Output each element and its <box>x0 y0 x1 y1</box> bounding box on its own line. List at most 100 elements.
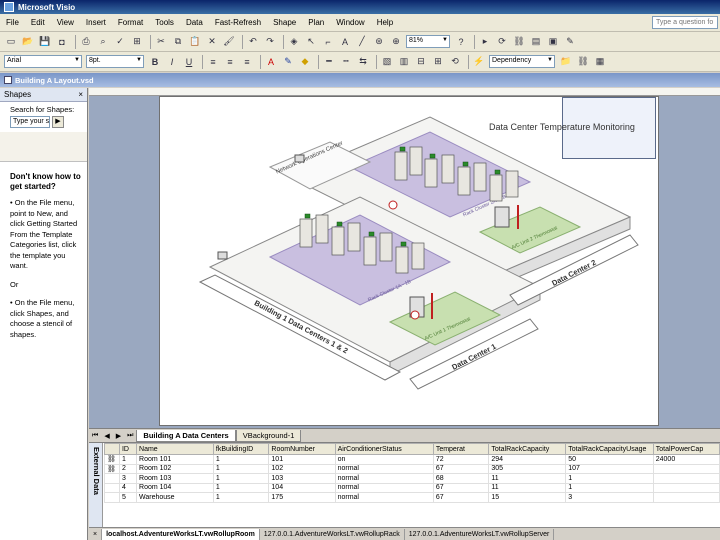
line-weight-icon[interactable]: ━ <box>322 55 336 69</box>
connector-tool-icon[interactable]: ⌐ <box>321 35 335 49</box>
toolbar-separator <box>376 54 377 69</box>
font-color-icon[interactable]: A <box>264 55 278 69</box>
menu-edit[interactable]: Edit <box>25 18 51 27</box>
drawing-page[interactable]: Network Operations Center Building 1 Dat… <box>159 96 659 426</box>
table-row[interactable]: 4 Room 104 1 104 normal 67 11 1 <box>104 482 720 493</box>
group-icon[interactable]: ⊟ <box>414 55 428 69</box>
chart-icon[interactable]: ▦ <box>593 55 607 69</box>
permission-icon[interactable]: ◘ <box>55 35 69 49</box>
menu-shape[interactable]: Shape <box>267 18 302 27</box>
menu-file[interactable]: File <box>0 18 25 27</box>
shapes-icon[interactable]: ◈ <box>287 35 301 49</box>
zoom-icon[interactable]: ⊕ <box>389 35 403 49</box>
zoom-dropdown[interactable]: 81% ▼ <box>406 35 450 48</box>
fill-color-icon[interactable]: ◆ <box>298 55 312 69</box>
rotate-icon[interactable]: ⟲ <box>448 55 462 69</box>
external-data-grid[interactable]: ID Name fkBuildingID RoomNumber AirCondi… <box>104 443 720 503</box>
last-page-icon[interactable]: ⏭ <box>127 432 133 440</box>
folder-icon[interactable]: 📁 <box>559 55 573 69</box>
italic-icon[interactable]: I <box>165 55 179 69</box>
column-header[interactable]: fkBuildingID <box>212 443 270 455</box>
text-tool-icon[interactable]: A <box>338 35 352 49</box>
table-row[interactable]: 5 Warehouse 1 175 normal 67 15 3 <box>104 492 720 503</box>
align-center-icon[interactable]: ≡ <box>223 55 237 69</box>
line-pattern-icon[interactable]: ┅ <box>339 55 353 69</box>
menu-tools[interactable]: Tools <box>149 18 180 27</box>
stamp-tool-icon[interactable]: ⊛ <box>372 35 386 49</box>
column-header[interactable]: AirConditionerStatus <box>334 443 434 455</box>
copy-icon[interactable]: ⧉ <box>171 35 185 49</box>
paste-icon[interactable]: 📋 <box>188 35 202 49</box>
table-row[interactable]: ⛓ 2 Room 102 1 102 normal 67 305 107 <box>104 463 720 474</box>
help-question-input[interactable]: Type a question fo <box>652 16 718 29</box>
run-icon[interactable]: ▸ <box>478 35 492 49</box>
column-header[interactable]: Temperat <box>432 443 490 455</box>
redo-icon[interactable]: ↷ <box>263 35 277 49</box>
menu-fast-refresh[interactable]: Fast-Refresh <box>209 18 267 27</box>
layer-icon[interactable]: ▥ <box>397 55 411 69</box>
search-go-button[interactable]: ▶ <box>52 116 64 128</box>
refresh-data-icon[interactable]: ⟳ <box>495 35 509 49</box>
bold-icon[interactable]: B <box>148 55 162 69</box>
menu-insert[interactable]: Insert <box>80 18 112 27</box>
menu-help[interactable]: Help <box>371 18 399 27</box>
column-header[interactable]: ID <box>118 443 138 455</box>
column-header[interactable]: TotalRackCapacity <box>488 443 567 455</box>
format-painter-icon[interactable]: 🖌 <box>222 35 236 49</box>
tab-vwrollupserver[interactable]: 127.0.0.1.AdventureWorksLT.vwRollupServe… <box>405 528 555 540</box>
menu-data[interactable]: Data <box>180 18 209 27</box>
close-icon[interactable]: × <box>78 90 83 99</box>
font-dropdown[interactable]: Arial ▼ <box>4 55 82 68</box>
next-page-icon[interactable]: ▶ <box>116 432 121 440</box>
tab-vwrolluproom[interactable]: localhost.AdventureWorksLT.vwRollupRoom <box>102 528 260 540</box>
shadow-icon[interactable]: ▧ <box>380 55 394 69</box>
menu-view[interactable]: View <box>51 18 80 27</box>
connect-icon[interactable]: ⊞ <box>431 55 445 69</box>
insert-picture-icon[interactable]: ▣ <box>546 35 560 49</box>
menu-plan[interactable]: Plan <box>302 18 330 27</box>
column-header[interactable] <box>104 443 120 455</box>
underline-icon[interactable]: U <box>182 55 196 69</box>
column-header[interactable]: RoomNumber <box>268 443 336 455</box>
table-row[interactable]: ⛓ 1 Room 101 1 101 on 72 294 50 24000 <box>104 454 720 465</box>
align-left-icon[interactable]: ≡ <box>206 55 220 69</box>
dependency-icon[interactable]: ⚡ <box>472 55 486 69</box>
spelling-icon[interactable]: ✓ <box>113 35 127 49</box>
undo-icon[interactable]: ↶ <box>246 35 260 49</box>
tab-vbackground-1[interactable]: VBackground-1 <box>235 429 302 442</box>
menu-window[interactable]: Window <box>330 18 370 27</box>
help-icon[interactable]: ? <box>454 35 468 49</box>
search-input[interactable]: Type your s <box>10 116 50 128</box>
font-size-dropdown[interactable]: 8pt. ▼ <box>86 55 144 68</box>
column-header[interactable]: TotalPowerCap <box>652 443 720 455</box>
line-tool-icon[interactable]: ╱ <box>355 35 369 49</box>
dependency-dropdown[interactable]: Dependency ▼ <box>489 55 555 68</box>
delete-icon[interactable]: ✕ <box>205 35 219 49</box>
align-right-icon[interactable]: ≡ <box>240 55 254 69</box>
print-preview-icon[interactable]: ⌕ <box>96 35 110 49</box>
data-table: ID Name fkBuildingID RoomNumber AirCondi… <box>104 443 720 503</box>
open-icon[interactable]: 📂 <box>21 35 35 49</box>
drawing-canvas[interactable]: Network Operations Center Building 1 Dat… <box>89 96 720 428</box>
save-icon[interactable]: 💾 <box>38 35 52 49</box>
link-data-icon[interactable]: ⛓ <box>512 35 526 49</box>
first-page-icon[interactable]: ⏮ <box>92 432 98 440</box>
research-icon[interactable]: ⊞ <box>130 35 144 49</box>
line-ends-icon[interactable]: ⇆ <box>356 55 370 69</box>
prev-page-icon[interactable]: ◀ <box>104 432 109 440</box>
line-color-icon[interactable]: ✎ <box>281 55 295 69</box>
menu-format[interactable]: Format <box>112 18 149 27</box>
link-icon[interactable]: ⛓ <box>576 55 590 69</box>
cut-icon[interactable]: ✂ <box>154 35 168 49</box>
column-header[interactable]: TotalRackCapacityUsage <box>565 443 654 455</box>
tab-vwrolluprack[interactable]: 127.0.0.1.AdventureWorksLT.vwRollupRack <box>260 528 405 540</box>
data-graphics-icon[interactable]: ▤ <box>529 35 543 49</box>
tab-building-a-data-centers[interactable]: Building A Data Centers <box>136 429 236 442</box>
pointer-tool-icon[interactable]: ↖ <box>304 35 318 49</box>
print-icon[interactable]: ⎙ <box>79 35 93 49</box>
table-row[interactable]: 3 Room 103 1 103 normal 68 11 1 <box>104 473 720 484</box>
close-icon[interactable]: × <box>89 528 103 540</box>
column-header[interactable]: Name <box>136 443 214 455</box>
new-icon[interactable]: ▭ <box>4 35 18 49</box>
edit-data-icon[interactable]: ✎ <box>563 35 577 49</box>
